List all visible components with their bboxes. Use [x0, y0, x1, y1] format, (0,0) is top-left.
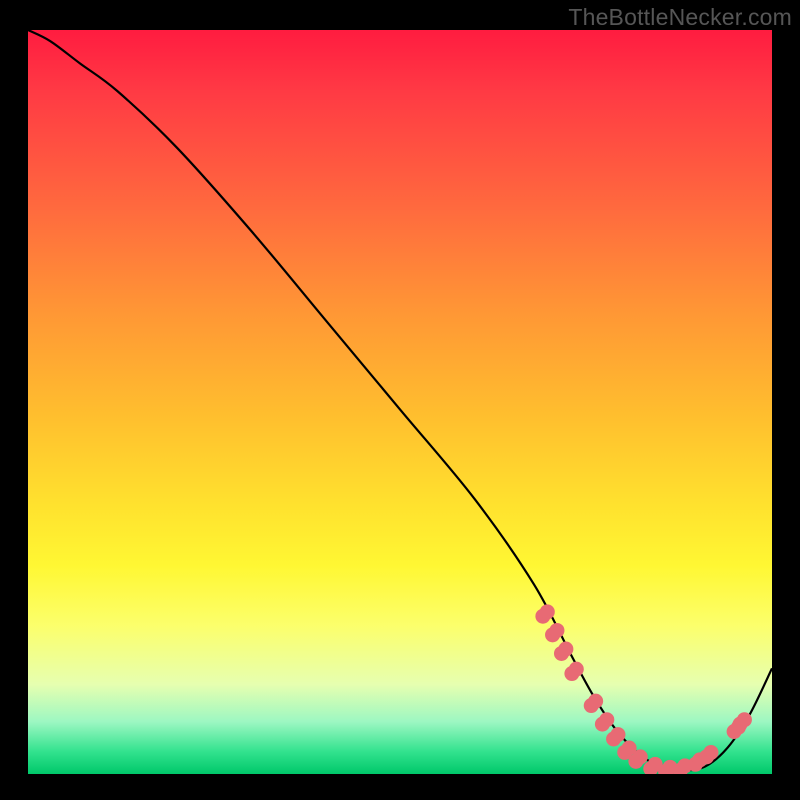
data-marker [545, 623, 564, 642]
data-marker [595, 712, 614, 731]
curve-path [28, 30, 772, 770]
attribution-text: TheBottleNecker.com [568, 4, 792, 31]
plot-area [28, 30, 772, 774]
chart-frame: TheBottleNecker.com [0, 0, 800, 800]
data-markers [535, 604, 752, 774]
data-marker [699, 745, 718, 764]
data-marker [584, 694, 603, 713]
data-marker [554, 642, 573, 661]
bottleneck-curve [28, 30, 772, 774]
data-marker [564, 662, 583, 681]
data-marker [733, 712, 752, 731]
data-marker [535, 604, 554, 623]
data-marker [606, 727, 625, 746]
